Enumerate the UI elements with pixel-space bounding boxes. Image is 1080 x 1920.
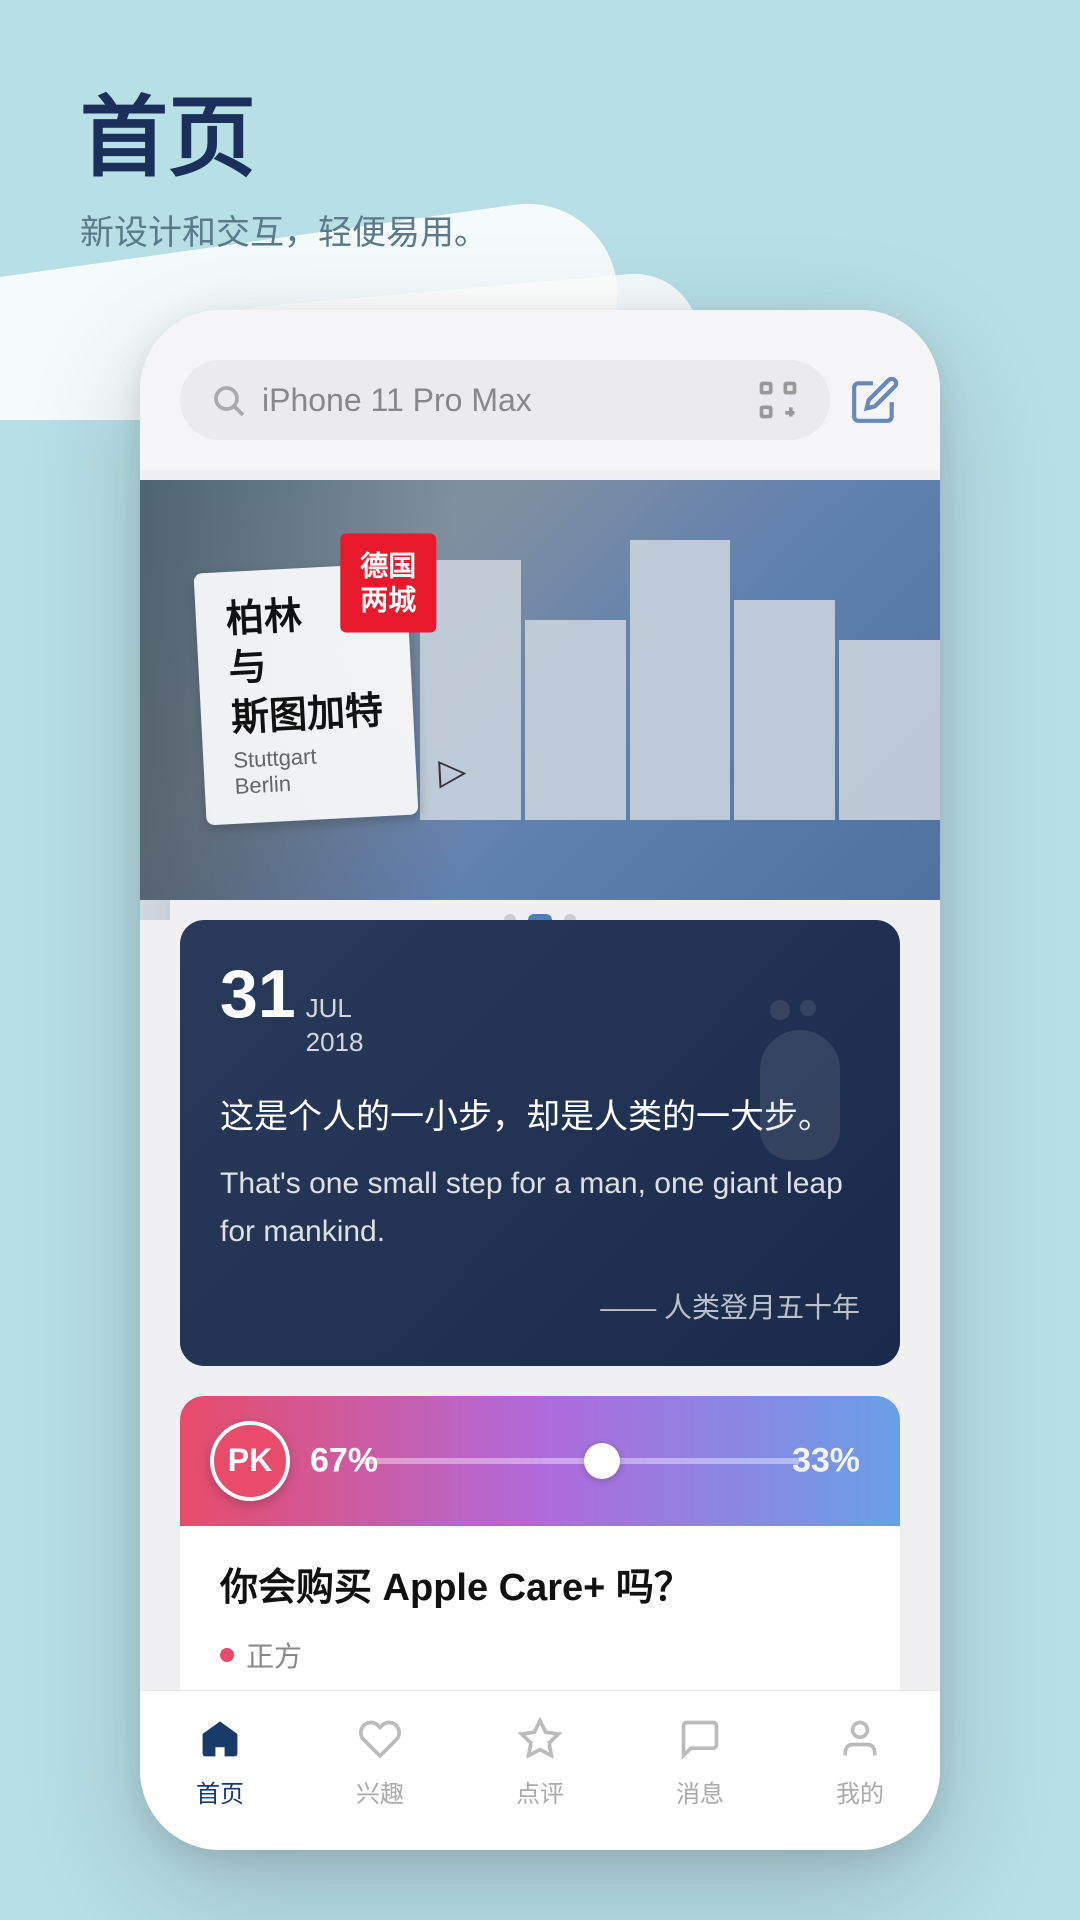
building-row [420, 520, 940, 820]
poll-slider-thumb[interactable] [584, 1443, 620, 1479]
search-placeholder: iPhone 11 Pro Max [262, 382, 740, 419]
tab-interests[interactable]: 兴趣 [320, 1712, 440, 1809]
search-icon [210, 382, 246, 418]
quote-card[interactable]: 31 JUL 2018 这是个人的一小步，却是人类的一大步。 That's on… [180, 920, 900, 1366]
phone-mockup: iPhone 11 Pro Max [140, 310, 940, 1850]
home-icon [193, 1712, 247, 1766]
banner-section[interactable]: 德国 两城 柏林 与 斯图加特 StuttgartBerlin ▷ [140, 480, 940, 920]
star-icon [513, 1712, 567, 1766]
poll-bar-container: PK 67% 33% [180, 1396, 900, 1526]
poll-bar: PK 67% 33% [180, 1396, 900, 1526]
tab-review-label: 点评 [516, 1774, 564, 1809]
building [839, 640, 940, 820]
tab-home-label: 首页 [196, 1774, 244, 1809]
poll-option-pro: 正方 会，相当于给设备买保险 [180, 1635, 900, 1690]
page-subtitle: 新设计和交互，轻便易用。 [80, 205, 488, 254]
scan-icon[interactable] [756, 378, 800, 422]
quote-month-year: JUL 2018 [306, 992, 364, 1060]
banner-arrow-icon: ▷ [438, 750, 468, 793]
phone-inner: iPhone 11 Pro Max [140, 310, 940, 1850]
footprint-decoration [660, 1000, 860, 1280]
poll-percent-right: 33% [792, 1441, 860, 1480]
banner-image: 德国 两城 柏林 与 斯图加特 StuttgartBerlin ▷ [140, 480, 940, 900]
footprint-shape [760, 1030, 840, 1160]
message-icon [673, 1712, 727, 1766]
page-title: 首页 [80, 90, 488, 187]
building [734, 600, 835, 820]
edit-icon[interactable] [850, 375, 900, 425]
search-area: iPhone 11 Pro Max [140, 310, 940, 470]
tab-profile-label: 我的 [836, 1774, 884, 1809]
tab-home[interactable]: 首页 [160, 1712, 280, 1809]
quote-day: 31 [220, 960, 296, 1028]
poll-option-pro-label: 正方 [220, 1635, 860, 1675]
user-icon [833, 1712, 887, 1766]
tab-message-label: 消息 [676, 1774, 724, 1809]
tab-bar: 首页 兴趣 点评 [140, 1690, 940, 1850]
tab-profile[interactable]: 我的 [800, 1712, 920, 1809]
quote-source: —— 人类登月五十年 [220, 1286, 860, 1326]
poll-card[interactable]: PK 67% 33% 你会购买 Apple Care+ 吗？ 正方 会，相当于 [180, 1396, 900, 1690]
scroll-content[interactable]: iPhone 11 Pro Max [140, 310, 940, 1690]
heart-icon [353, 1712, 407, 1766]
poll-question: 你会购买 Apple Care+ 吗？ [180, 1556, 900, 1611]
building [525, 620, 626, 820]
tab-interests-label: 兴趣 [356, 1774, 404, 1809]
pk-badge: PK [210, 1421, 290, 1501]
tab-review[interactable]: 点评 [480, 1712, 600, 1809]
page-header: 首页 新设计和交互，轻便易用。 [80, 90, 488, 254]
tab-message[interactable]: 消息 [640, 1712, 760, 1809]
banner-card-sub: StuttgartBerlin [233, 740, 388, 800]
banner-tag: 德国 两城 [340, 533, 436, 632]
building [630, 540, 731, 820]
banner-card: 德国 两城 柏林 与 斯图加特 StuttgartBerlin ▷ [194, 562, 419, 825]
poll-slider-track[interactable] [360, 1458, 800, 1464]
pro-dot [220, 1648, 234, 1662]
poll-option-pro-text: 会，相当于给设备买保险 [246, 1683, 860, 1690]
search-bar[interactable]: iPhone 11 Pro Max [180, 360, 830, 440]
